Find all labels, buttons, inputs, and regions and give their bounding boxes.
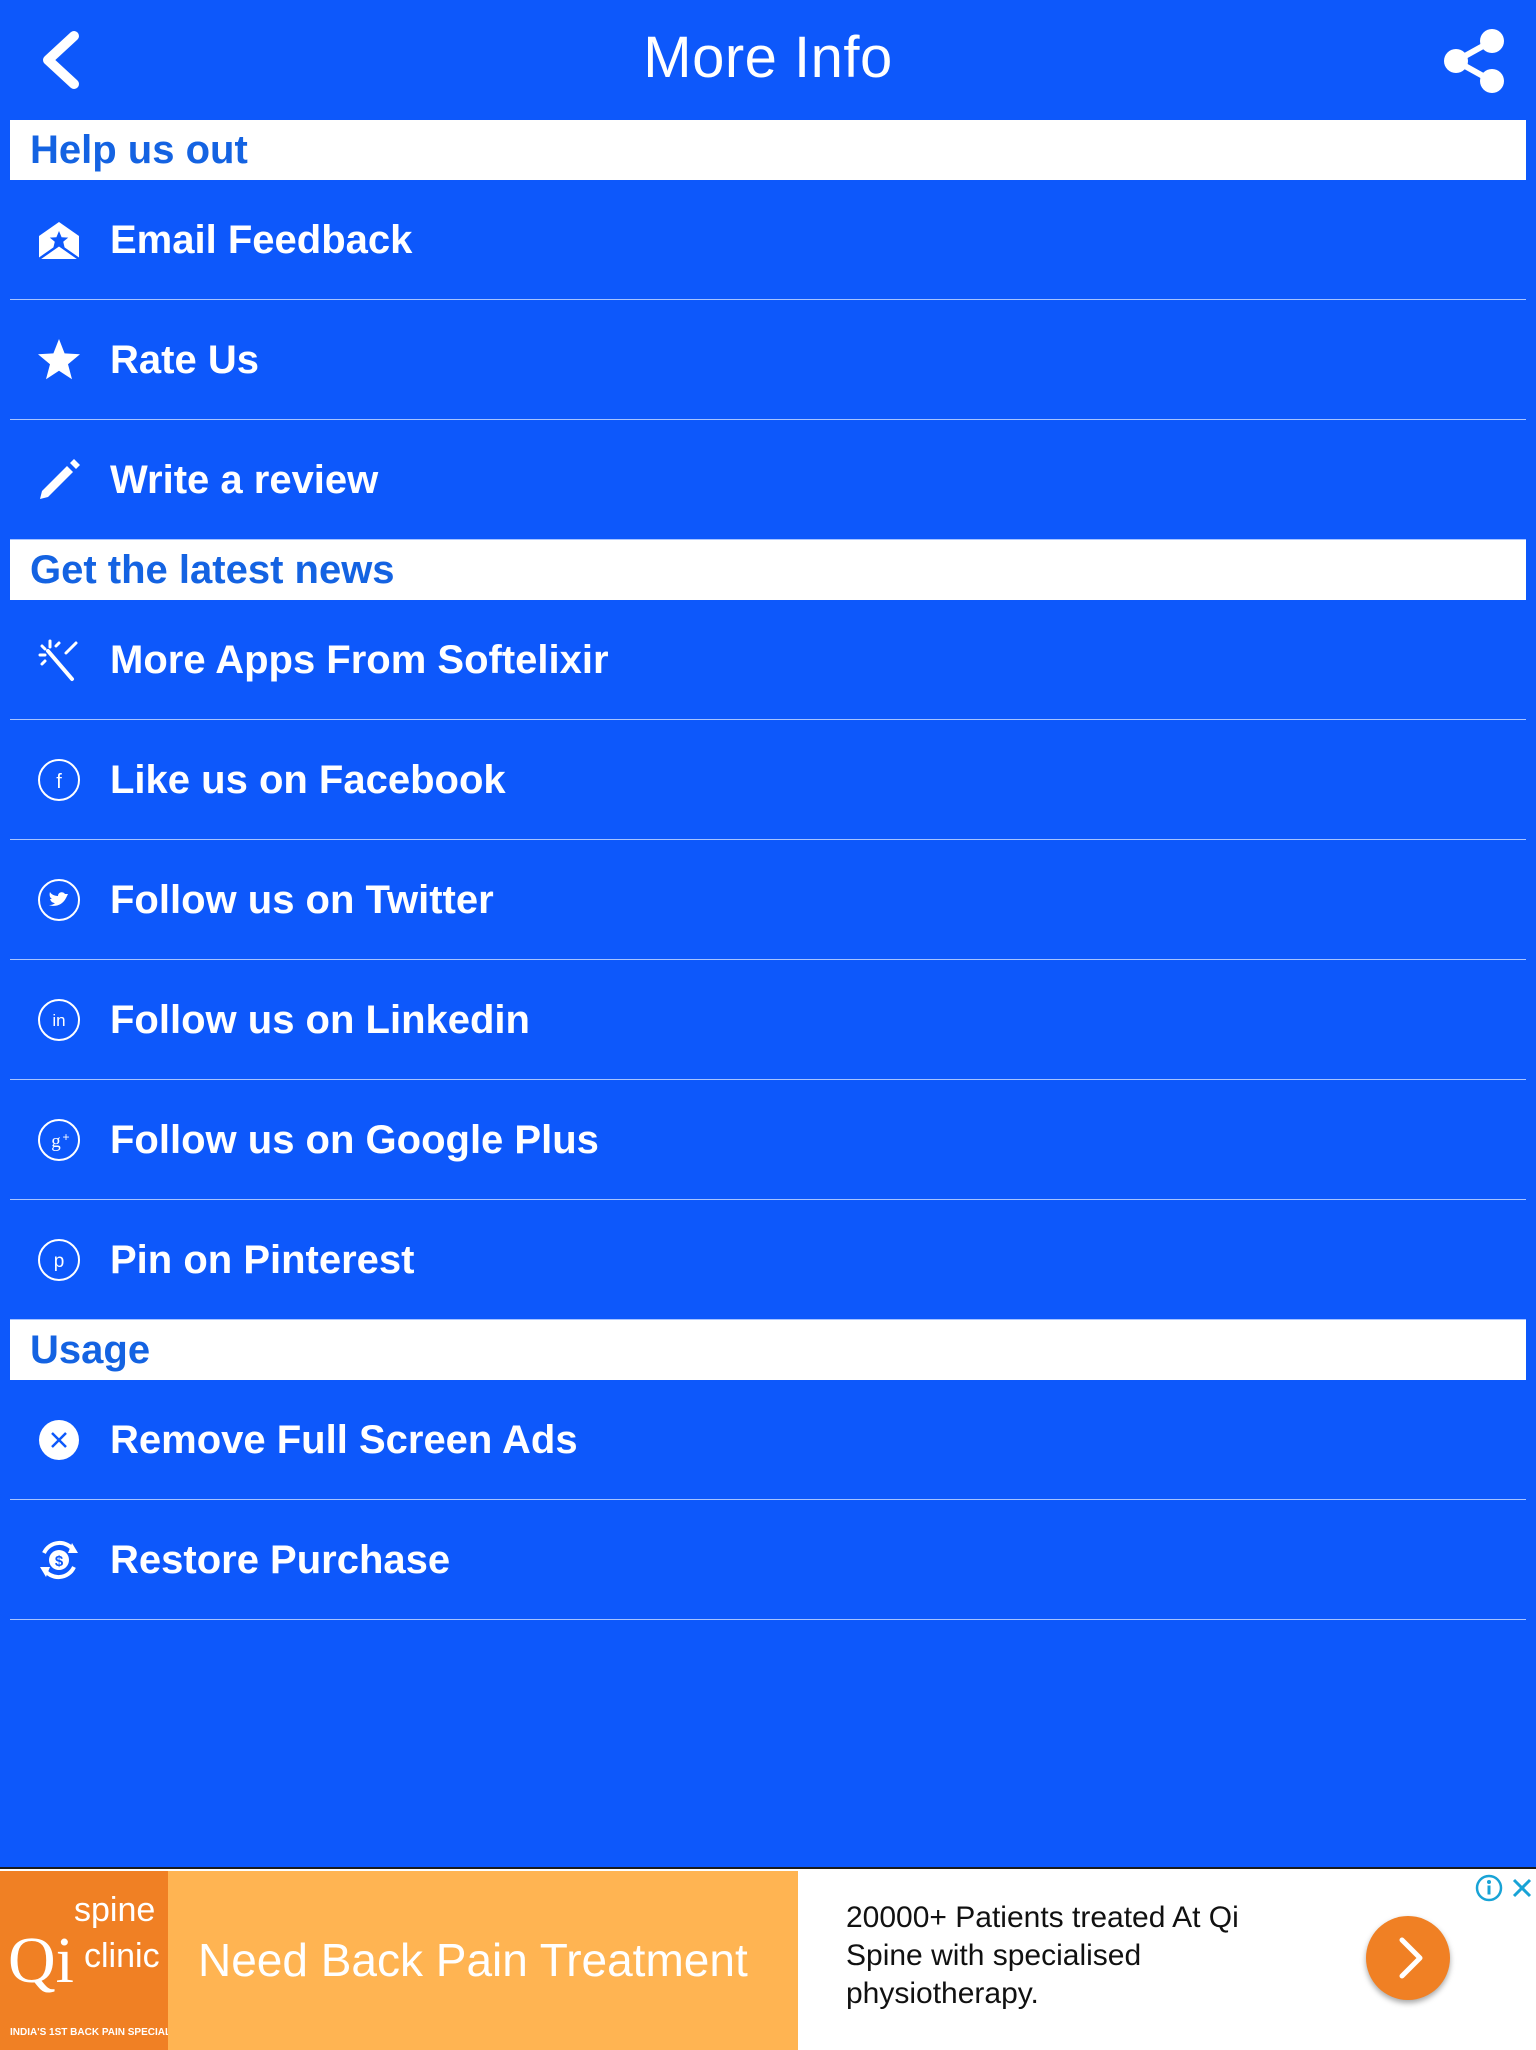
- restore-dollar-icon: $: [36, 1537, 82, 1583]
- app-header: More Info: [0, 0, 1536, 120]
- ad-logo: Qi spine clinic INDIA'S 1ST BACK PAIN SP…: [0, 1871, 187, 2050]
- pencil-icon: [36, 457, 82, 503]
- menu-item-label: Pin on Pinterest: [110, 1238, 415, 1282]
- menu-item-twitter[interactable]: Follow us on Twitter: [10, 840, 1526, 960]
- menu-item-write-review[interactable]: Write a review: [10, 420, 1526, 540]
- menu-item-label: Like us on Facebook: [110, 758, 506, 802]
- menu-item-google-plus[interactable]: g + Follow us on Google Plus: [10, 1080, 1526, 1200]
- menu-item-facebook[interactable]: f Like us on Facebook: [10, 720, 1526, 840]
- menu-item-more-apps[interactable]: More Apps From Softelixir: [10, 600, 1526, 720]
- magic-wand-icon: [36, 637, 82, 683]
- twitter-icon: [36, 877, 82, 923]
- menu-item-label: Follow us on Twitter: [110, 878, 494, 922]
- svg-text:g: g: [51, 1131, 61, 1152]
- close-icon: [1512, 1878, 1532, 1898]
- ad-info-button[interactable]: [1474, 1873, 1504, 1903]
- section-header-news: Get the latest news: [10, 540, 1526, 600]
- ad-banner[interactable]: Qi spine clinic INDIA'S 1ST BACK PAIN SP…: [0, 1867, 1536, 2050]
- menu-item-restore-purchase[interactable]: $ Restore Purchase: [10, 1500, 1526, 1620]
- menu-item-label: Write a review: [110, 458, 379, 502]
- svg-text:$: $: [55, 1553, 64, 1570]
- page-title: More Info: [643, 25, 893, 90]
- menu-item-email-feedback[interactable]: Email Feedback: [10, 180, 1526, 300]
- menu-item-label: Follow us on Linkedin: [110, 998, 530, 1042]
- menu-item-label: Restore Purchase: [110, 1538, 451, 1582]
- menu-item-label: Remove Full Screen Ads: [110, 1418, 578, 1462]
- ad-description: 20000+ Patients treated At Qi Spine with…: [846, 1901, 1239, 2010]
- ad-banner-image: Need Back Pain Treatment: [168, 1871, 798, 2050]
- svg-text:f: f: [56, 771, 62, 793]
- section-header-usage: Usage: [10, 1320, 1526, 1380]
- menu-item-pinterest[interactable]: p Pin on Pinterest: [10, 1200, 1526, 1320]
- share-icon: [1444, 29, 1504, 93]
- pinterest-icon: p: [36, 1237, 82, 1283]
- menu-item-label: More Apps From Softelixir: [110, 638, 609, 682]
- svg-text:+: +: [62, 1130, 69, 1144]
- menu-item-linkedin[interactable]: in Follow us on Linkedin: [10, 960, 1526, 1080]
- ad-cta-button[interactable]: [1366, 1916, 1450, 2000]
- menu-item-rate-us[interactable]: Rate Us: [10, 300, 1526, 420]
- info-icon: [1475, 1874, 1503, 1902]
- svg-text:p: p: [54, 1251, 65, 1272]
- menu-item-label: Rate Us: [110, 338, 259, 382]
- star-icon: [36, 337, 82, 383]
- menu-item-label: Follow us on Google Plus: [110, 1118, 599, 1162]
- section-header-help: Help us out: [10, 120, 1526, 180]
- menu-item-remove-ads[interactable]: Remove Full Screen Ads: [10, 1380, 1526, 1500]
- email-open-icon: [36, 217, 82, 263]
- facebook-icon: f: [36, 757, 82, 803]
- ad-headline: Need Back Pain Treatment: [198, 1934, 748, 1986]
- google-plus-icon: g +: [36, 1117, 82, 1163]
- menu-item-label: Email Feedback: [110, 218, 413, 262]
- svg-text:in: in: [52, 1011, 65, 1030]
- ad-close-button[interactable]: [1508, 1873, 1536, 1903]
- linkedin-icon: in: [36, 997, 82, 1043]
- chevron-right-icon: [1399, 1937, 1423, 1979]
- share-button[interactable]: [1442, 28, 1508, 94]
- close-circle-icon: [36, 1417, 82, 1463]
